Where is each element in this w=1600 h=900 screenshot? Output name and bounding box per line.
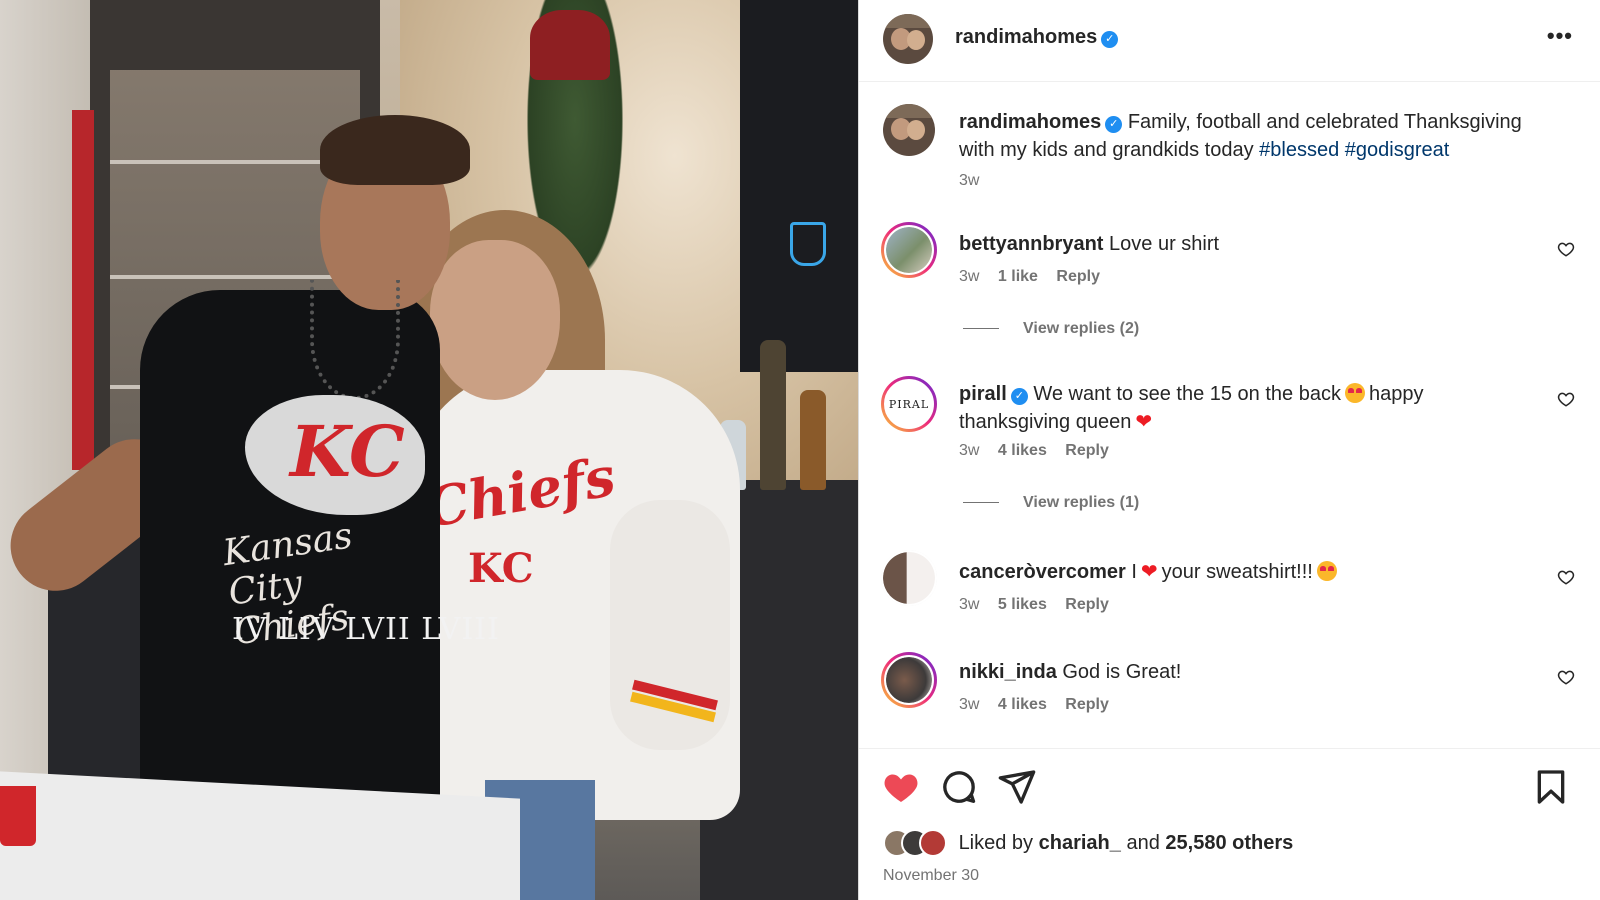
caption-author-avatar[interactable] [883,104,935,156]
comment-time[interactable]: 3w [959,442,979,459]
liked-by-prefix: Liked by [958,831,1034,854]
post-photo[interactable]: Chiefs KC KC Kansas City Chiefs IV LIV L… [0,0,858,900]
heart-outline-icon[interactable] [1557,568,1575,586]
photo-red-panel [72,110,94,470]
author-username[interactable]: randimahomes [955,26,1097,48]
photo-bow [530,10,610,80]
comment-likes[interactable]: 4 likes [998,696,1047,713]
hashtag-link[interactable]: #blessed [1259,139,1339,161]
heart-eyes-emoji-icon [1316,561,1337,581]
comment-text: bettyannbryant Love ur shirt [959,230,1529,258]
photo-kc-logo: KC [290,410,405,493]
comment-text: pirall ✓ We want to see the 15 on the bac… [959,380,1529,436]
heart-filled-icon[interactable] [881,767,921,807]
comment-username[interactable]: pirall [959,383,1007,405]
liked-by-row: Liked by chariah_ and 25,580 others [883,829,1293,859]
comment-likes[interactable]: 5 likes [998,596,1047,613]
photo-shirt-numerals: IV LIV LVII LVIII [232,612,500,647]
comment-body: We want to see the 15 on the back [1033,383,1341,405]
more-options-icon[interactable]: ••• [1547,23,1573,49]
comment-reply-button[interactable]: Reply [1065,696,1109,713]
heart-eyes-emoji-icon [1344,383,1365,403]
caption-username[interactable]: randimahomes [959,111,1101,133]
red-heart-emoji-icon: ❤ [1135,411,1153,433]
verified-icon: ✓ [1101,31,1119,48]
photo-bottle [760,340,786,490]
view-replies-button[interactable]: View replies (2) [963,320,1139,338]
photo-bottle [800,390,826,490]
photo-necklace [310,280,400,400]
view-replies-line [963,328,999,330]
comment-reply-button[interactable]: Reply [1065,596,1109,613]
post-header: randimahomes ✓ ••• [859,0,1600,82]
caption-timestamp[interactable]: 3w [959,172,979,190]
bookmark-icon[interactable] [1531,767,1571,807]
liker-avatar[interactable] [919,829,947,857]
post-side-panel: randimahomes ✓ ••• randimahomes ✓ Family, … [858,0,1600,900]
comment-meta: 3w 4 likes Reply [959,442,1123,460]
comment-avatar[interactable] [881,550,937,606]
comment-time[interactable]: 3w [959,696,979,713]
photo-tv [740,0,858,372]
comment-meta: 3w 4 likes Reply [959,696,1123,714]
comment-avatar[interactable] [881,222,937,278]
liked-by-others[interactable]: 25,580 others [1165,832,1293,854]
comment-username[interactable]: canceròvercomer [959,561,1126,583]
heart-outline-icon[interactable] [1557,390,1575,408]
verified-icon: ✓ [1010,388,1028,405]
comment-body: I [1131,561,1137,583]
comment-time[interactable]: 3w [959,596,979,613]
view-replies-label: View replies (1) [1023,494,1140,511]
share-icon[interactable] [997,767,1037,807]
photo-shelf-line [110,275,360,279]
liked-by-and: and [1126,831,1160,854]
hashtag-link[interactable]: #godisgreat [1345,139,1450,161]
photo-man-hair [320,115,470,185]
comment-body: God is Great! [1062,661,1182,683]
author-avatar[interactable] [883,14,933,64]
comment-reply-button[interactable]: Reply [1056,268,1100,285]
comment-likes[interactable]: 1 like [998,268,1038,285]
post-date[interactable]: November 30 [883,867,979,885]
comment-likes[interactable]: 4 likes [998,442,1047,459]
photo-sweatshirt-kc: KC [468,545,534,592]
comment-avatar[interactable] [881,652,937,708]
post-actions: Liked by chariah_ and 25,580 others Nove… [859,748,1600,900]
comment-body-cont: your sweatshirt!!! [1161,561,1313,583]
author-name-row: randimahomes ✓ [955,26,1119,49]
comment-reply-button[interactable]: Reply [1065,442,1109,459]
comment-meta: 3w 5 likes Reply [959,596,1123,614]
red-heart-emoji-icon: ❤ [1140,561,1158,583]
view-replies-label: View replies (2) [1023,320,1140,337]
pirall-logo-text: PIRAL [888,397,930,411]
comment-meta: 3w 1 like Reply [959,268,1114,286]
comment-avatar[interactable]: PIRAL [881,376,937,432]
comment-username[interactable]: nikki_inda [959,661,1057,683]
caption-text: randimahomes ✓ Family, football and celeb… [959,108,1559,164]
comment-text: nikki_inda God is Great! [959,658,1529,686]
comment-time[interactable]: 3w [959,268,979,285]
view-replies-line [963,502,999,504]
comment-icon[interactable] [939,767,979,807]
comment-text: canceròvercomer I ❤ your sweatshirt!!! [959,558,1529,586]
view-replies-button[interactable]: View replies (1) [963,494,1139,512]
photo-nfl-logo [790,222,826,266]
liked-by-user[interactable]: chariah_ [1039,832,1121,854]
heart-outline-icon[interactable] [1557,240,1575,258]
photo-red-cup [0,786,36,846]
comment-username[interactable]: bettyannbryant [959,233,1103,255]
verified-icon: ✓ [1105,116,1123,133]
comment-body: Love ur shirt [1109,233,1220,255]
photo-woman-face [430,240,560,400]
liked-by-text: Liked by chariah_ and 25,580 others [959,832,1294,854]
heart-outline-icon[interactable] [1557,668,1575,686]
